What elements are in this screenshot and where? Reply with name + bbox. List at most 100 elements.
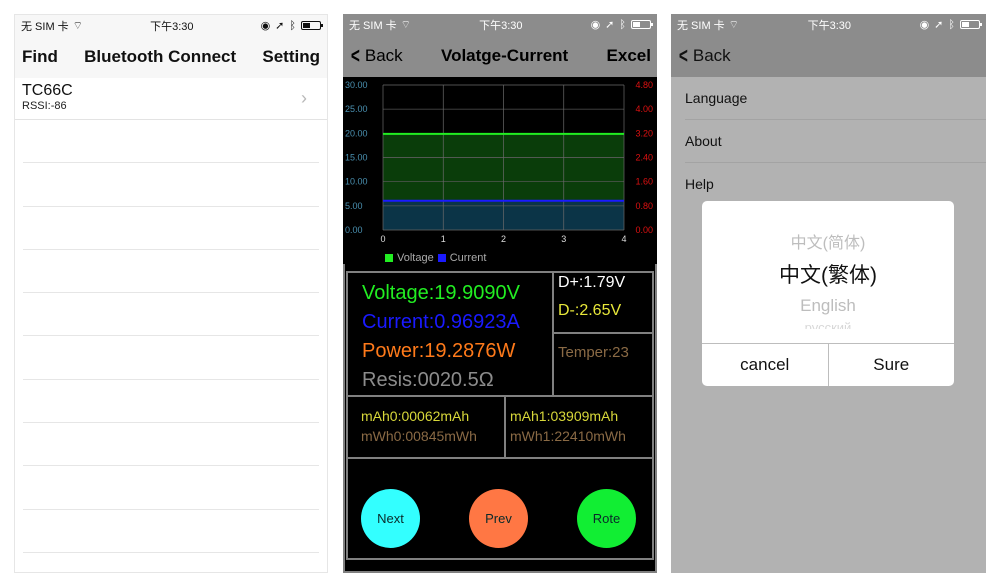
bluetooth-icon: ᛒ — [948, 18, 955, 31]
temperature-panel: Temper:23 — [552, 332, 654, 397]
x-tick-label: 0 — [380, 234, 385, 244]
status-bar: 无 SIM 卡 ⌔ 下午3:30 ◉ ➚ ᛒ — [15, 15, 327, 36]
carrier-label: 无 SIM 卡 — [349, 19, 397, 32]
temperature-reading: Temper:23 — [558, 344, 629, 361]
rotation-lock-icon: ◉ — [590, 19, 601, 31]
bluetooth-icon: ᛒ — [619, 18, 626, 31]
device-list-item[interactable]: TC66C RSSI:-86 › — [15, 78, 327, 120]
setting-button[interactable]: Setting — [262, 47, 320, 67]
empty-list-row — [23, 510, 319, 553]
excel-button[interactable]: Excel — [607, 46, 651, 66]
x-tick-label: 2 — [501, 234, 506, 244]
y-left-tick-label: 0.00 — [345, 225, 363, 235]
status-bar: 无 SIM 卡 ⌔ 下午3:30 ◉ ➚ ᛒ — [343, 14, 657, 35]
nav-bar: < Back — [671, 35, 986, 77]
y-left-tick-label: 20.00 — [345, 128, 368, 138]
empty-list-row — [23, 336, 319, 380]
nav-bar: < Back Volatge-Current Excel — [343, 35, 657, 77]
chevron-right-icon: › — [301, 88, 307, 108]
battery-icon — [301, 21, 323, 30]
empty-list-row — [23, 293, 319, 337]
settings-menu: Language About Help — [671, 77, 986, 206]
chevron-left-icon: < — [350, 43, 360, 68]
rotation-lock-icon: ◉ — [260, 20, 271, 32]
empty-list-row — [23, 423, 319, 467]
sure-button[interactable]: Sure — [827, 344, 955, 386]
legend-label-voltage: Voltage — [397, 252, 434, 264]
rotate-button[interactable]: Rote — [577, 489, 636, 548]
battery-icon — [631, 20, 653, 29]
picker-option[interactable]: русский — [702, 321, 954, 329]
power-reading: Power:19.2876W — [362, 340, 516, 362]
y-right-tick-label: 3.20 — [635, 128, 653, 138]
y-right-tick-label: 2.40 — [635, 153, 653, 163]
rotation-lock-icon: ◉ — [919, 19, 930, 31]
x-tick-label: 3 — [561, 234, 566, 244]
main-readings-panel: Voltage:19.9090V Current:0.96923A Power:… — [346, 271, 554, 397]
language-picker-dialog: 中文(简体) 中文(繁体) English русский cancel Sur… — [702, 201, 954, 386]
mwh1-reading: mWh1:22410mWh — [510, 428, 626, 444]
mwh0-reading: mWh0:00845mWh — [361, 428, 477, 444]
d-minus-reading: D-:2.65V — [558, 302, 622, 319]
menu-item-help[interactable]: Help — [685, 163, 986, 206]
menu-item-language[interactable]: Language — [685, 77, 986, 120]
y-right-tick-label: 1.60 — [635, 177, 653, 187]
location-icon: ➚ — [605, 19, 615, 31]
y-right-tick-label: 0.80 — [635, 201, 653, 211]
back-button[interactable]: < Back — [349, 45, 403, 67]
x-tick-label: 1 — [441, 234, 446, 244]
picker-option-selected[interactable]: 中文(繁体) — [702, 259, 954, 289]
nav-bar: Find Bluetooth Connect Setting — [15, 36, 327, 78]
find-button[interactable]: Find — [22, 47, 58, 67]
mah1-reading: mAh1:03909mAh — [510, 408, 619, 424]
y-right-tick-label: 4.80 — [635, 80, 653, 90]
back-button[interactable]: < Back — [677, 45, 731, 67]
picker-option[interactable]: 中文(简体) — [702, 229, 954, 253]
wifi-icon: ⌔ — [728, 18, 740, 31]
mah0-reading: mAh0:00062mAh — [361, 408, 470, 424]
voltage-current-chart: 0.00 5.00 10.00 15.00 20.00 25.00 30.00 0.00 0.8… — [345, 80, 653, 244]
screen-bluetooth-connect: 无 SIM 卡 ⌔ 下午3:30 ◉ ➚ ᛒ Find Bluetooth Co… — [14, 14, 328, 573]
current-reading: Current:0.96923A — [362, 311, 520, 333]
location-icon: ➚ — [934, 19, 944, 31]
screen-settings: 无 SIM 卡 ⌔ 下午3:30 ◉ ➚ ᛒ < Back Language A… — [671, 14, 986, 573]
device-name: TC66C — [22, 82, 73, 99]
empty-list-row — [23, 163, 319, 207]
wifi-icon: ⌔ — [400, 18, 412, 31]
empty-list-row — [23, 380, 319, 424]
menu-item-about[interactable]: About — [685, 120, 986, 163]
prev-button[interactable]: Prev — [469, 489, 528, 548]
y-right-tick-label: 4.00 — [635, 104, 653, 114]
y-right-tick-label: 0.00 — [635, 225, 653, 235]
carrier-label: 无 SIM 卡 — [677, 19, 725, 32]
status-bar: 无 SIM 卡 ⌔ 下午3:30 ◉ ➚ ᛒ — [671, 14, 986, 35]
dialog-buttons: cancel Sure — [702, 343, 954, 386]
empty-list-row — [23, 120, 319, 164]
y-left-tick-label: 5.00 — [345, 201, 363, 211]
cancel-button[interactable]: cancel — [702, 344, 828, 386]
empty-device-list — [15, 120, 327, 553]
status-time: 下午3:30 — [807, 19, 851, 32]
next-button[interactable]: Next — [361, 489, 420, 548]
energy-group-0-panel: mAh0:00062mAh mWh0:00845mWh — [346, 395, 506, 459]
device-rssi: RSSI:-86 — [22, 100, 67, 112]
screen-voltage-current: 无 SIM 卡 ⌔ 下午3:30 ◉ ➚ ᛒ < Back Volatge-Cu… — [343, 14, 657, 573]
y-left-tick-label: 10.00 — [345, 177, 368, 187]
empty-list-row — [23, 207, 319, 250]
picker-option[interactable]: English — [702, 296, 954, 316]
location-icon: ➚ — [275, 20, 285, 32]
y-left-tick-label: 25.00 — [345, 104, 368, 114]
empty-list-row — [23, 466, 319, 510]
status-time: 下午3:30 — [479, 19, 523, 32]
battery-icon — [960, 20, 982, 29]
empty-list-row — [23, 250, 319, 294]
chevron-left-icon: < — [678, 43, 688, 68]
bluetooth-icon: ᛒ — [289, 19, 296, 32]
language-picker[interactable]: 中文(简体) 中文(繁体) English русский — [702, 201, 954, 343]
y-left-tick-label: 30.00 — [345, 80, 368, 90]
voltage-reading: Voltage:19.9090V — [362, 282, 520, 304]
status-time: 下午3:30 — [150, 20, 194, 33]
d-plus-reading: D+:1.79V — [558, 274, 626, 291]
energy-group-1-panel: mAh1:03909mAh mWh1:22410mWh — [504, 395, 654, 459]
back-label: Back — [692, 46, 731, 65]
